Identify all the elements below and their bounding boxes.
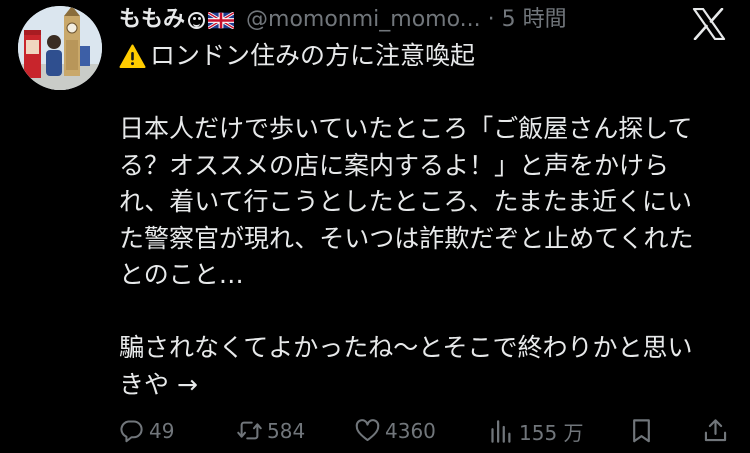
avatar[interactable]: [18, 6, 102, 90]
uk-flag-icon: [208, 11, 235, 29]
tweet-line: る？オススメの店に案内するよ！」と声をかけら: [119, 150, 670, 180]
share-icon: [704, 419, 727, 442]
avatar-image: [18, 6, 102, 90]
bookmark-button[interactable]: [628, 417, 659, 444]
bookmark-icon: [633, 419, 650, 443]
like-button[interactable]: 4360: [354, 417, 436, 444]
repost-button[interactable]: 584: [236, 417, 305, 444]
tweet-line: [119, 294, 729, 331]
x-logo-icon[interactable]: [692, 8, 726, 40]
tweet-line: きや →: [119, 369, 198, 399]
tweet-line: た警察官が現れ、そいつは詐欺だぞと止めてくれた: [119, 223, 694, 253]
like-count: 4360: [385, 418, 436, 443]
tweet-line: とのこと…: [119, 260, 244, 289]
tweet-text: ロンドン住みの方に注意喚起 日本人だけで歩いていたところ「ご飯屋さん探して る？…: [119, 38, 729, 403]
display-name[interactable]: ももみ: [119, 6, 185, 34]
tweet-line: [119, 75, 729, 112]
like-icon: [355, 419, 380, 442]
reply-icon: [120, 420, 143, 443]
tweet-header: ももみ @momonmi_momo... · 5 時間: [119, 6, 567, 34]
tweet-line: ロンドン住みの方に注意喚起: [119, 38, 729, 75]
name-emojis: [188, 11, 235, 29]
reply-count: 49: [149, 418, 175, 443]
tweet-line: 日本人だけで歩いていたところ「ご飯屋さん探して: [119, 114, 693, 143]
views-count: 155 万: [519, 421, 584, 445]
repost-icon: [237, 421, 262, 440]
tweet-line: れ、着いて行こうとしたところ、たまたま近くにい: [119, 187, 693, 216]
separator-dot: ·: [487, 7, 495, 32]
tweet-line: 騙されなくてよかったね〜とそこで終わりかと思い: [119, 333, 693, 362]
repost-count: 584: [267, 418, 306, 443]
share-button[interactable]: [702, 417, 733, 444]
views-button[interactable]: 155 万: [488, 417, 584, 446]
handle[interactable]: @momonmi_momo...: [246, 6, 481, 34]
timestamp[interactable]: 5 時間: [502, 6, 567, 34]
action-bar: 49 584 4360 155 万: [118, 413, 733, 449]
smiley-icon: [188, 11, 206, 29]
views-icon: [491, 420, 511, 443]
tweet[interactable]: ももみ @momonmi_momo... · 5 時間 ロンドン住みの方に注意喚…: [0, 0, 750, 453]
tweet-line-text: ロンドン住みの方に注意喚起: [150, 41, 476, 70]
reply-button[interactable]: 49: [118, 417, 174, 444]
warning-icon: [119, 44, 146, 68]
